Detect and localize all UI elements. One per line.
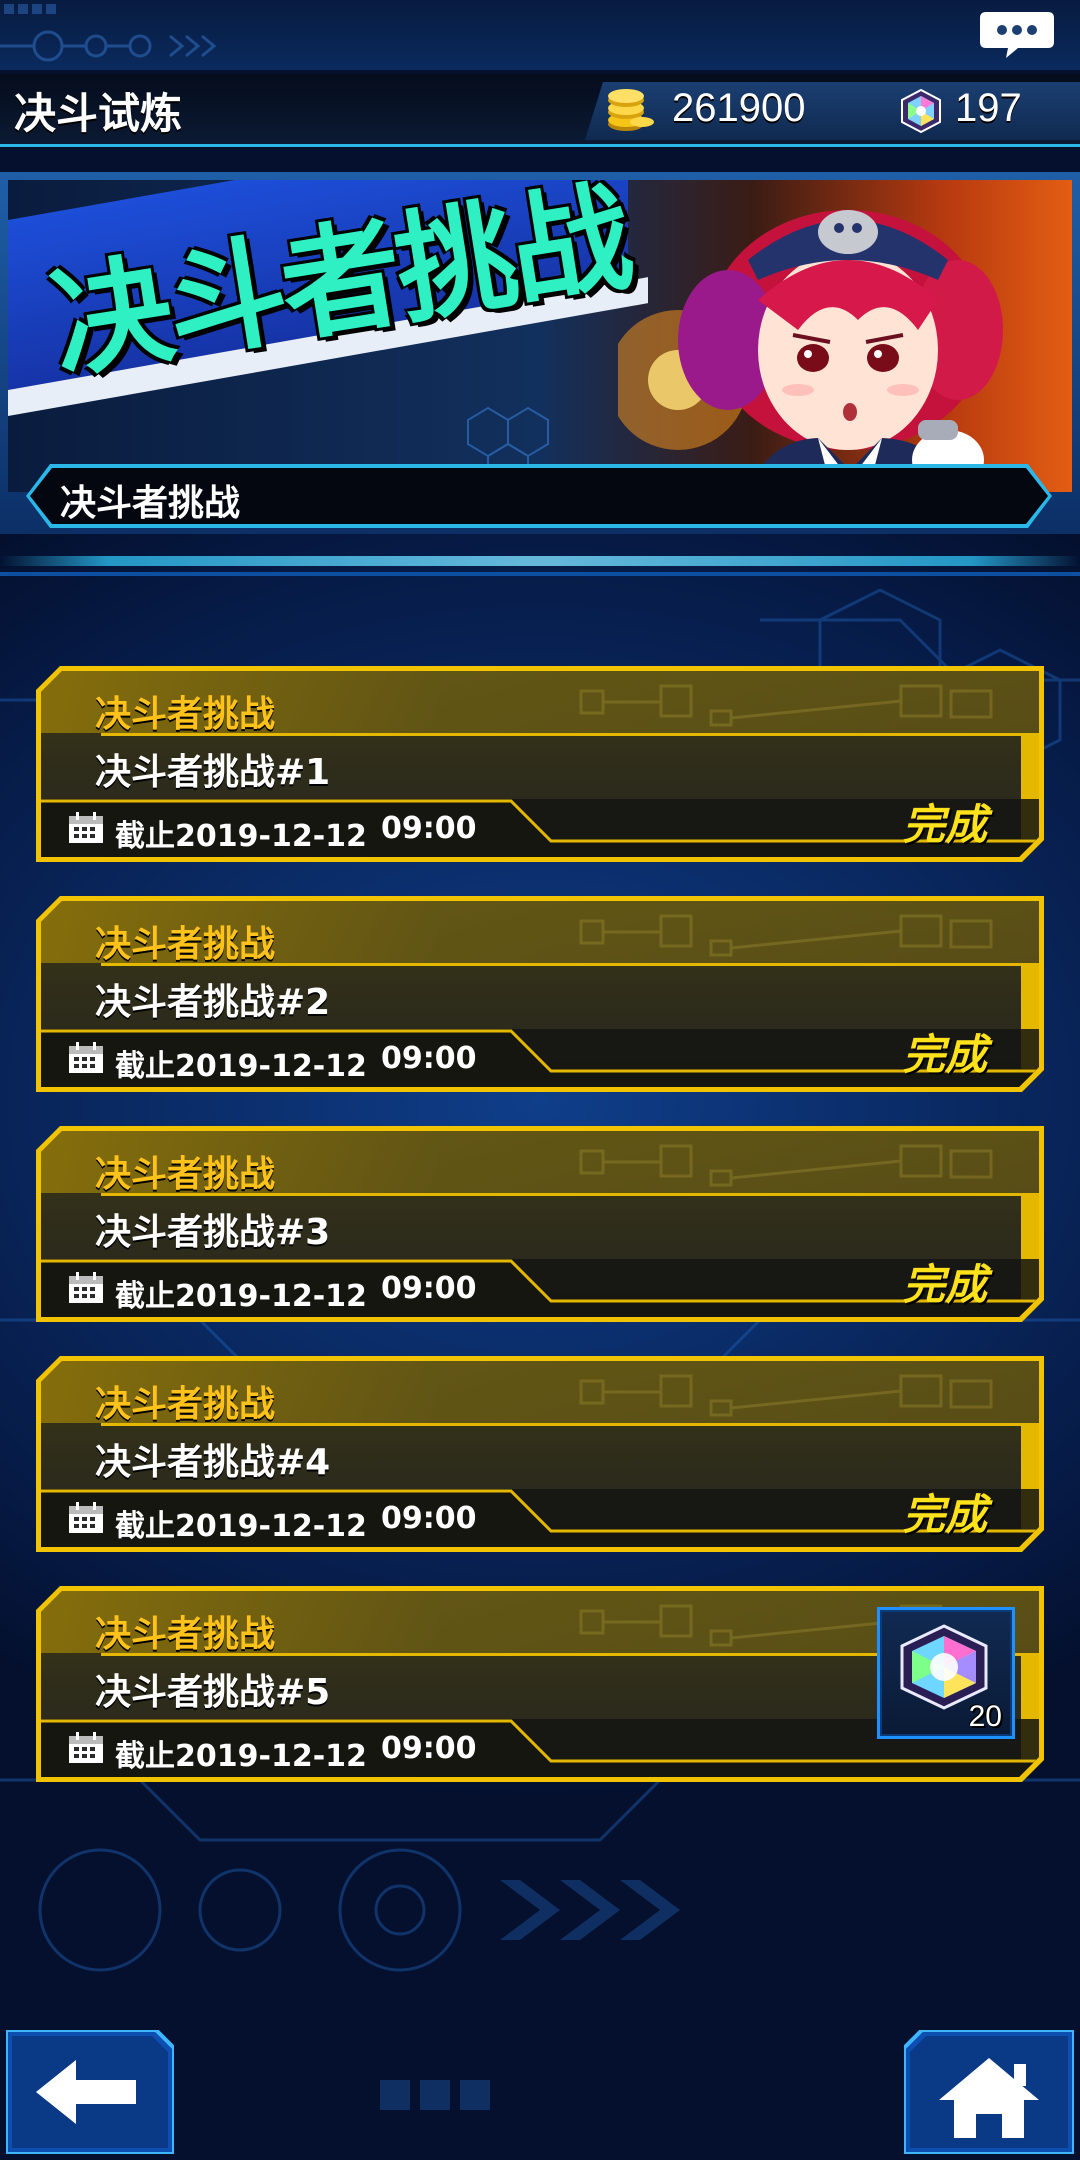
screen-title: 决斗试炼 — [14, 89, 183, 138]
gem-balance: 197 — [955, 86, 1022, 130]
card-body: 决斗者挑战 决斗者挑战#3 截止2019-12-12 09:00 完成 — [41, 1131, 1039, 1317]
challenge-deadline: 截止2019-12-12 — [115, 1509, 367, 1544]
challenge-card-3[interactable]: 决斗者挑战 决斗者挑战#3 截止2019-12-12 09:00 完成 — [36, 1126, 1044, 1322]
section-divider — [0, 556, 1080, 566]
challenge-category: 决斗者挑战 — [95, 1154, 276, 1195]
challenge-deadline-time: 09:00 — [381, 1041, 477, 1076]
challenge-card-4[interactable]: 决斗者挑战 决斗者挑战#4 截止2019-12-12 09:00 完成 — [36, 1356, 1044, 1552]
challenge-card-2[interactable]: 决斗者挑战 决斗者挑战#2 截止2019-12-12 09:00 完成 — [36, 896, 1044, 1092]
challenge-deadline: 截止2019-12-12 — [115, 1279, 367, 1314]
challenge-deadline: 截止2019-12-12 — [115, 1739, 367, 1774]
calendar-icon — [67, 1731, 105, 1765]
challenge-status-complete: 完成 — [903, 800, 988, 849]
card-body: 决斗者挑战 决斗者挑战#2 截止2019-12-12 09:00 完成 — [41, 901, 1039, 1087]
challenge-status-complete: 完成 — [903, 1260, 988, 1309]
card-body: 决斗者挑战 决斗者挑战#5 截止2019-12-12 09:00 20 — [41, 1591, 1039, 1777]
challenge-category: 决斗者挑战 — [95, 1614, 276, 1655]
home-button[interactable] — [902, 2028, 1076, 2156]
challenge-status-complete: 完成 — [903, 1030, 988, 1079]
challenge-category: 决斗者挑战 — [95, 694, 276, 735]
back-button[interactable] — [4, 2028, 176, 2156]
challenge-deadline: 截止2019-12-12 — [115, 1049, 367, 1084]
banner-caption: 决斗者挑战 — [60, 483, 241, 524]
challenge-deadline-time: 09:00 — [381, 1271, 477, 1306]
calendar-icon — [67, 1501, 105, 1535]
challenge-card-1[interactable]: 决斗者挑战 决斗者挑战#1 截止2019-12-12 09:00 完成 — [36, 666, 1044, 862]
challenge-category: 决斗者挑战 — [95, 1384, 276, 1425]
duelist-character-art — [618, 210, 1003, 492]
challenge-deadline-time: 09:00 — [381, 1731, 477, 1766]
rainbow-gem-icon — [892, 1622, 996, 1712]
top-decoration-strip — [0, 0, 1080, 70]
card-body: 决斗者挑战 决斗者挑战#1 截止2019-12-12 09:00 完成 — [41, 671, 1039, 857]
challenge-name: 决斗者挑战#3 — [95, 1212, 331, 1253]
event-banner[interactable]: 决斗者挑战 — [8, 180, 1072, 492]
challenge-status-complete: 完成 — [903, 1490, 988, 1539]
reward-count: 20 — [968, 1700, 1002, 1733]
calendar-icon — [67, 1041, 105, 1075]
gold-coin-icon — [608, 89, 654, 131]
challenge-deadline-time: 09:00 — [381, 1501, 477, 1536]
chat-bubble-icon — [980, 12, 1054, 58]
card-body: 决斗者挑战 决斗者挑战#4 截止2019-12-12 09:00 完成 — [41, 1361, 1039, 1547]
challenge-deadline-time: 09:00 — [381, 811, 477, 846]
challenge-category: 决斗者挑战 — [95, 924, 276, 965]
challenge-deadline: 截止2019-12-12 — [115, 819, 367, 854]
back-arrow-icon — [4, 2028, 176, 2156]
chat-button[interactable] — [978, 8, 1056, 60]
challenge-card-5[interactable]: 决斗者挑战 决斗者挑战#5 截止2019-12-12 09:00 20 — [36, 1586, 1044, 1782]
calendar-icon — [67, 1271, 105, 1305]
duel-trial-screen: 决斗试炼 261900 197 决斗者挑战 决斗者挑战 决斗者挑战 决斗者挑战#… — [0, 0, 1080, 2160]
section-divider-secondary — [0, 572, 1080, 576]
rainbow-gem-icon — [901, 88, 941, 134]
reward-item[interactable]: 20 — [877, 1607, 1015, 1739]
challenge-name: 决斗者挑战#2 — [95, 982, 331, 1023]
challenge-name: 决斗者挑战#1 — [95, 752, 331, 793]
home-icon — [902, 2028, 1076, 2156]
challenge-name: 决斗者挑战#5 — [95, 1672, 331, 1713]
coin-balance: 261900 — [672, 86, 806, 130]
calendar-icon — [67, 811, 105, 845]
challenge-name: 决斗者挑战#4 — [95, 1442, 331, 1483]
